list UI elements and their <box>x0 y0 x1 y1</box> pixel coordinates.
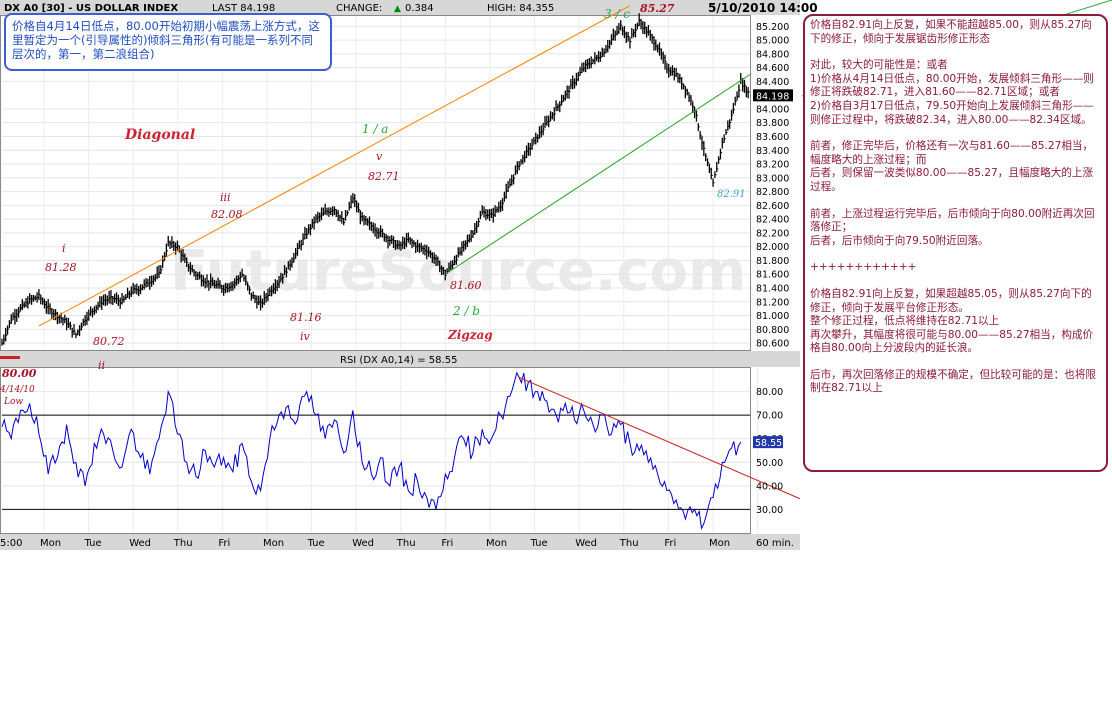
time-tick-label: Wed <box>129 538 151 549</box>
price-tick-label: 84.800 <box>756 49 789 60</box>
analysis-panel: 价格自82.91向上反复，如果不能超越85.00，则从85.27向下的修正，倾向… <box>803 14 1108 472</box>
analysis-paragraph: 价格自82.91向上反复，如果超越85.05，则从85.27向下的修正，倾向于发… <box>810 287 1094 355</box>
chart-container: FutureSource.com DX A0 [30] - US DOLLAR … <box>0 0 1112 718</box>
change-up-icon: ▲ <box>394 4 401 14</box>
price-tick-label: 81.600 <box>756 270 789 281</box>
price-tick-label: 84.400 <box>756 77 789 88</box>
wave-iii-price: 82.08 <box>211 208 243 221</box>
price-tick-label: 83.000 <box>756 173 789 184</box>
price-tick-label: 84.000 <box>756 104 789 115</box>
time-tick-label: Mon <box>486 538 507 549</box>
analysis-paragraph: 前者，上涨过程运行完毕后，后市倾向于向80.00附近再次回落修正； 后者，后市倾… <box>810 207 1095 247</box>
price-tick-label: 83.800 <box>756 118 789 129</box>
price-tick-label: 85.200 <box>756 22 789 33</box>
wave-2b-price: 81.60 <box>450 279 482 292</box>
wave-ii-price: 80.72 <box>93 335 125 348</box>
analysis-paragraph: 对此，较大的可能性是：或者 1)价格从4月14日低点，80.00开始，发展倾斜三… <box>810 59 1094 126</box>
wave-v-label: v <box>376 150 383 163</box>
rsi-tick-label: 40.00 <box>756 481 783 492</box>
low-word-label: Low <box>3 397 23 407</box>
wave-3c-price: 85.27 <box>640 2 675 15</box>
low-date-label: 4/14/10 <box>0 385 35 395</box>
time-tick-label: Tue <box>530 538 548 549</box>
time-tick-label: Fri <box>218 538 230 549</box>
price-tick-label: 82.800 <box>756 187 789 198</box>
header-high: HIGH: 84.355 <box>487 3 554 14</box>
time-tick-label: Mon <box>40 538 61 549</box>
time-tick-label: Wed <box>575 538 597 549</box>
analysis-paragraph: 前者，修正完毕后，价格还有一次与81.60——85.27相当，幅度略大的上涨过程… <box>810 140 1094 193</box>
wave-i-label: i <box>62 242 66 255</box>
wave-i-price: 81.28 <box>45 261 77 274</box>
header-change-label: CHANGE: <box>336 3 382 14</box>
wave-v-price: 82.71 <box>368 170 400 183</box>
wave-1a-label: 1 / a <box>362 122 388 136</box>
last-price-label: 84.198 <box>756 91 789 102</box>
low-marker <box>0 356 20 359</box>
price-tick-label: 84.600 <box>756 63 789 74</box>
time-tick-label: Mon <box>709 538 730 549</box>
wave-ii-label: ii <box>98 359 105 372</box>
analysis-paragraph: 后市，再次回落修正的规模不确定，但比较可能的是：也将限制在82.71以上 <box>810 368 1097 395</box>
diagonal-label: Diagonal <box>124 127 195 143</box>
rsi-current-label: 58.55 <box>755 438 782 449</box>
rsi-tick-label: 50.00 <box>756 458 783 469</box>
price-tick-label: 81.200 <box>756 297 789 308</box>
price-tick-label: 82.000 <box>756 242 789 253</box>
rsi-title: RSI (DX A0,14) = 58.55 <box>340 355 457 366</box>
wave-iv-label: iv <box>300 330 311 343</box>
time-tick-label: Thu <box>396 538 416 549</box>
wave-iv-price: 81.16 <box>290 311 322 324</box>
price-tick-label: 81.000 <box>756 311 789 322</box>
time-interval-label: 60 min. <box>756 538 794 549</box>
price-tick-label: 83.200 <box>756 160 789 171</box>
time-tick-label: Fri <box>441 538 453 549</box>
wave-iii-label: iii <box>220 191 231 204</box>
price-tick-label: 81.800 <box>756 256 789 267</box>
wave-3c-label: 3 / c <box>604 7 630 21</box>
price-tick-label: 83.600 <box>756 132 789 143</box>
price-tick-label: 82.600 <box>756 201 789 212</box>
annotation-note-top: 价格自4月14日低点，80.00开始初期小幅震荡上涨方式，这里暂定为一个(引导属… <box>4 13 332 71</box>
time-tick-label: Tue <box>307 538 325 549</box>
recent-low-label: 82.91 <box>717 189 746 200</box>
price-tick-label: 82.200 <box>756 228 789 239</box>
rsi-tick-label: 30.00 <box>756 505 783 516</box>
price-tick-label: 81.400 <box>756 284 789 295</box>
zigzag-label: Zigzag <box>447 328 493 342</box>
header-change-value: 0.384 <box>405 3 434 14</box>
price-tick-label: 80.600 <box>756 339 789 350</box>
analysis-paragraph: 价格自82.91向上反复，如果不能超越85.00，则从85.27向下的修正，倾向… <box>810 19 1092 45</box>
time-tick-label: Thu <box>173 538 193 549</box>
price-tick-label: 85.000 <box>756 36 789 47</box>
rsi-tick-label: 80.00 <box>756 387 783 398</box>
time-tick-label: Tue <box>84 538 102 549</box>
price-tick-label: 82.400 <box>756 215 789 226</box>
time-tick-label: Mon <box>263 538 284 549</box>
rsi-tick-label: 70.00 <box>756 411 783 422</box>
analysis-separator: ++++++++++++ <box>810 261 917 274</box>
time-tick-label: Wed <box>352 538 374 549</box>
time-tick-label: Fri <box>664 538 676 549</box>
header-date: 5/10/2010 14:00 <box>708 1 818 15</box>
wave-2b-label: 2 / b <box>452 304 480 318</box>
time-tick-label: 5:00 <box>0 538 22 549</box>
price-tick-label: 80.800 <box>756 325 789 336</box>
low-price-label: 80.00 <box>2 367 37 380</box>
time-tick-label: Thu <box>619 538 639 549</box>
price-tick-label: 83.400 <box>756 146 789 157</box>
